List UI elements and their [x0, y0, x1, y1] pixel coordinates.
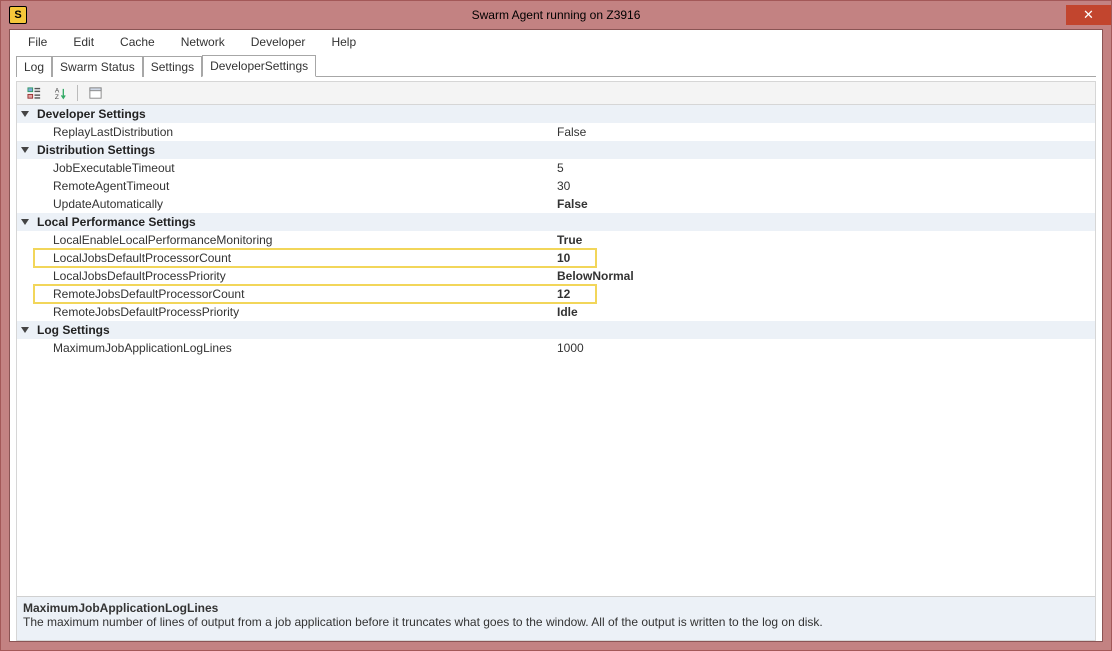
property-row[interactable]: JobExecutableTimeout5 — [17, 159, 1095, 177]
menubar: File Edit Cache Network Developer Help — [10, 30, 1102, 54]
category-title: Local Performance Settings — [33, 215, 553, 229]
expand-icon[interactable] — [17, 111, 33, 117]
category-row[interactable]: Log Settings — [17, 321, 1095, 339]
property-value[interactable]: True — [553, 233, 1095, 247]
property-value[interactable]: BelowNormal — [553, 269, 1095, 283]
close-button[interactable]: ✕ — [1066, 5, 1111, 25]
property-row[interactable]: RemoteJobsDefaultProcessorCount12 — [17, 285, 1095, 303]
description-panel: MaximumJobApplicationLogLines The maximu… — [17, 596, 1095, 640]
categorized-icon[interactable] — [23, 84, 45, 102]
property-name: RemoteAgentTimeout — [33, 179, 553, 193]
app-icon: S — [9, 6, 27, 24]
expand-icon[interactable] — [17, 327, 33, 333]
tab-swarm-status[interactable]: Swarm Status — [52, 56, 143, 77]
property-value[interactable]: Idle — [553, 305, 1095, 319]
property-row[interactable]: LocalJobsDefaultProcessorCount10 — [17, 249, 1095, 267]
property-row[interactable]: RemoteJobsDefaultProcessPriorityIdle — [17, 303, 1095, 321]
property-value[interactable]: False — [553, 197, 1095, 211]
property-row[interactable]: MaximumJobApplicationLogLines1000 — [17, 339, 1095, 357]
toolbar-separator — [77, 85, 78, 101]
titlebar[interactable]: S Swarm Agent running on Z3916 ✕ — [1, 1, 1111, 29]
window-title: Swarm Agent running on Z3916 — [1, 8, 1111, 22]
alphabetical-icon[interactable]: AZ — [49, 84, 71, 102]
category-row[interactable]: Developer Settings — [17, 105, 1095, 123]
property-name: LocalJobsDefaultProcessPriority — [33, 269, 553, 283]
property-row[interactable]: UpdateAutomaticallyFalse — [17, 195, 1095, 213]
property-name: RemoteJobsDefaultProcessorCount — [33, 287, 553, 301]
tab-settings[interactable]: Settings — [143, 56, 202, 77]
property-grid: Developer Settings ReplayLastDistribution… — [16, 105, 1096, 641]
category-title: Distribution Settings — [33, 143, 553, 157]
property-value[interactable]: 1000 — [553, 341, 1095, 355]
description-title: MaximumJobApplicationLogLines — [23, 601, 1089, 615]
description-text: The maximum number of lines of output fr… — [23, 615, 1089, 629]
property-value[interactable]: False — [553, 125, 1095, 139]
menu-network[interactable]: Network — [171, 31, 235, 53]
property-name: UpdateAutomatically — [33, 197, 553, 211]
property-row[interactable]: ReplayLastDistributionFalse — [17, 123, 1095, 141]
property-name: ReplayLastDistribution — [33, 125, 553, 139]
expand-icon[interactable] — [17, 219, 33, 225]
property-name: LocalJobsDefaultProcessorCount — [33, 251, 553, 265]
propertygrid-toolbar: AZ — [16, 81, 1096, 105]
property-grid-scroll[interactable]: Developer Settings ReplayLastDistribution… — [17, 105, 1095, 596]
tab-developer-settings[interactable]: DeveloperSettings — [202, 55, 316, 77]
property-value[interactable]: 12 — [553, 287, 1095, 301]
menu-help[interactable]: Help — [321, 31, 366, 53]
property-row[interactable]: RemoteAgentTimeout30 — [17, 177, 1095, 195]
category-title: Log Settings — [33, 323, 553, 337]
menu-cache[interactable]: Cache — [110, 31, 165, 53]
category-row[interactable]: Local Performance Settings — [17, 213, 1095, 231]
property-value[interactable]: 30 — [553, 179, 1095, 193]
category-row[interactable]: Distribution Settings — [17, 141, 1095, 159]
property-value[interactable]: 5 — [553, 161, 1095, 175]
property-row[interactable]: LocalEnableLocalPerformanceMonitoringTru… — [17, 231, 1095, 249]
tabs: Log Swarm Status Settings DeveloperSetti… — [10, 54, 1102, 76]
expand-icon[interactable] — [17, 147, 33, 153]
main-window: S Swarm Agent running on Z3916 ✕ File Ed… — [0, 0, 1112, 651]
property-name: JobExecutableTimeout — [33, 161, 553, 175]
menu-edit[interactable]: Edit — [63, 31, 104, 53]
property-row[interactable]: LocalJobsDefaultProcessPriorityBelowNorm… — [17, 267, 1095, 285]
property-name: MaximumJobApplicationLogLines — [33, 341, 553, 355]
category-title: Developer Settings — [33, 107, 553, 121]
property-name: LocalEnableLocalPerformanceMonitoring — [33, 233, 553, 247]
property-value[interactable]: 10 — [553, 251, 1095, 265]
tab-log[interactable]: Log — [16, 56, 52, 77]
svg-text:Z: Z — [54, 94, 58, 101]
menu-developer[interactable]: Developer — [241, 31, 316, 53]
property-name: RemoteJobsDefaultProcessPriority — [33, 305, 553, 319]
content-area: File Edit Cache Network Developer Help L… — [9, 29, 1103, 642]
menu-file[interactable]: File — [18, 31, 57, 53]
property-pages-icon[interactable] — [84, 84, 106, 102]
